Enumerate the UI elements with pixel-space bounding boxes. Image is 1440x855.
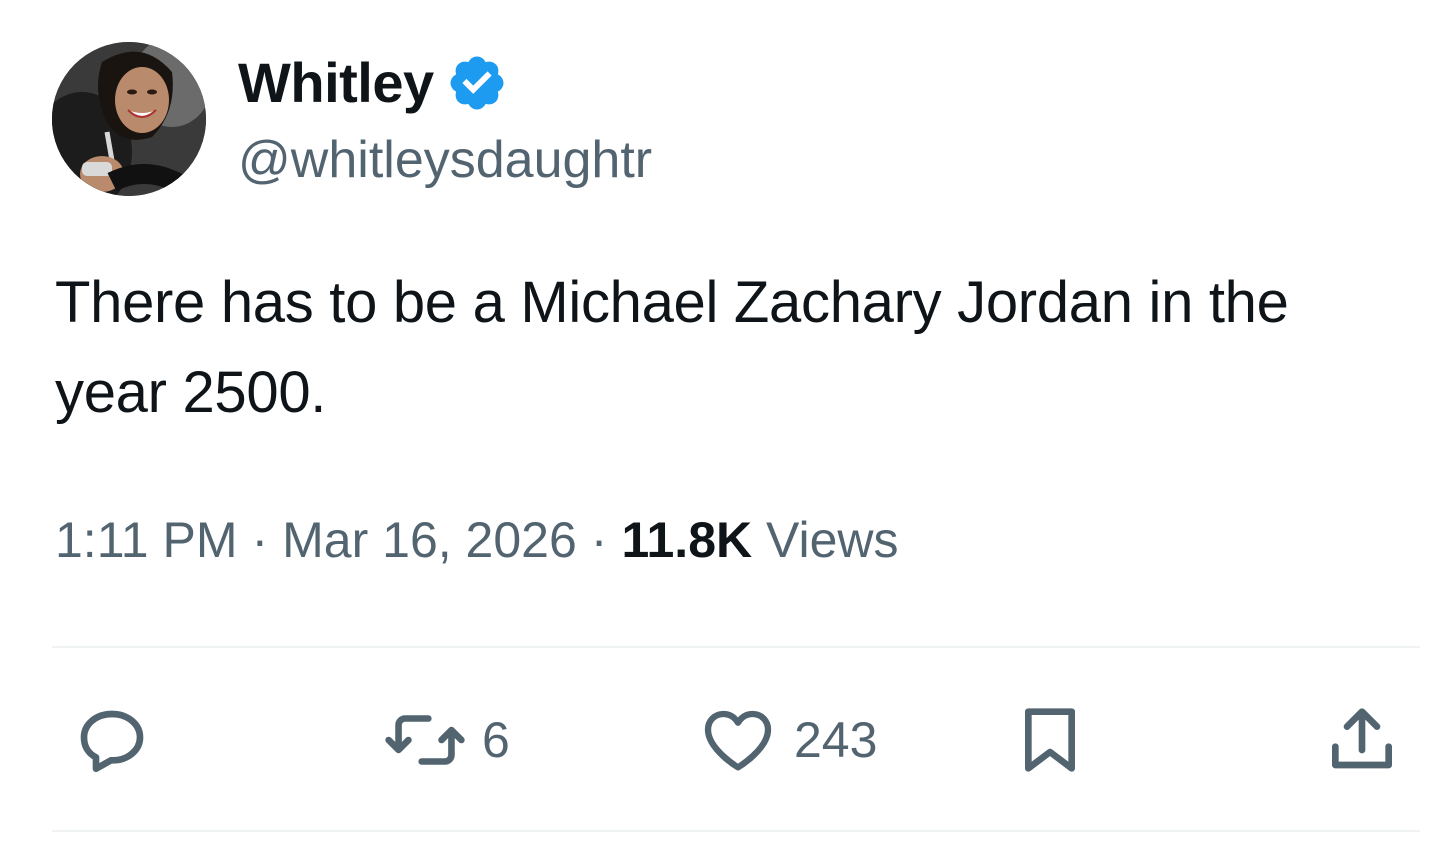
tweet-card: Whitley @whitleysdaughtr There has to be… [0, 0, 1440, 855]
tweet-date[interactable]: Mar 16, 2026 [282, 512, 577, 568]
divider [52, 830, 1420, 832]
meta-separator: · [251, 512, 269, 568]
heart-icon [704, 710, 772, 771]
author-name-row: Whitley [238, 50, 508, 116]
bookmark-button[interactable] [1010, 690, 1090, 790]
bookmark-icon [1025, 708, 1075, 772]
tweet-time[interactable]: 1:11 PM [55, 512, 238, 568]
divider [52, 646, 1420, 648]
avatar[interactable] [52, 42, 206, 196]
reply-icon [80, 710, 144, 772]
like-button[interactable]: 243 [696, 690, 877, 790]
reply-button[interactable] [72, 690, 152, 790]
verified-badge-icon [446, 52, 508, 114]
tweet-meta: 1:11 PM · Mar 16, 2026 · 11.8K Views [55, 505, 899, 575]
meta-separator: · [590, 512, 608, 568]
views-count: 11.8K [621, 512, 753, 568]
author-handle[interactable]: @whitleysdaughtr [238, 128, 652, 192]
tweet-text: There has to be a Michael Zachary Jordan… [55, 270, 1289, 425]
avatar-image [52, 42, 206, 196]
display-name[interactable]: Whitley [238, 50, 434, 116]
views-label: Views [766, 512, 899, 568]
share-button[interactable] [1322, 690, 1402, 790]
retweet-count: 6 [482, 712, 510, 768]
share-icon [1332, 708, 1392, 769]
retweet-icon [385, 715, 465, 765]
retweet-button[interactable]: 6 [382, 690, 510, 790]
action-bar: 6 243 [0, 690, 1440, 790]
like-count: 243 [794, 712, 878, 768]
